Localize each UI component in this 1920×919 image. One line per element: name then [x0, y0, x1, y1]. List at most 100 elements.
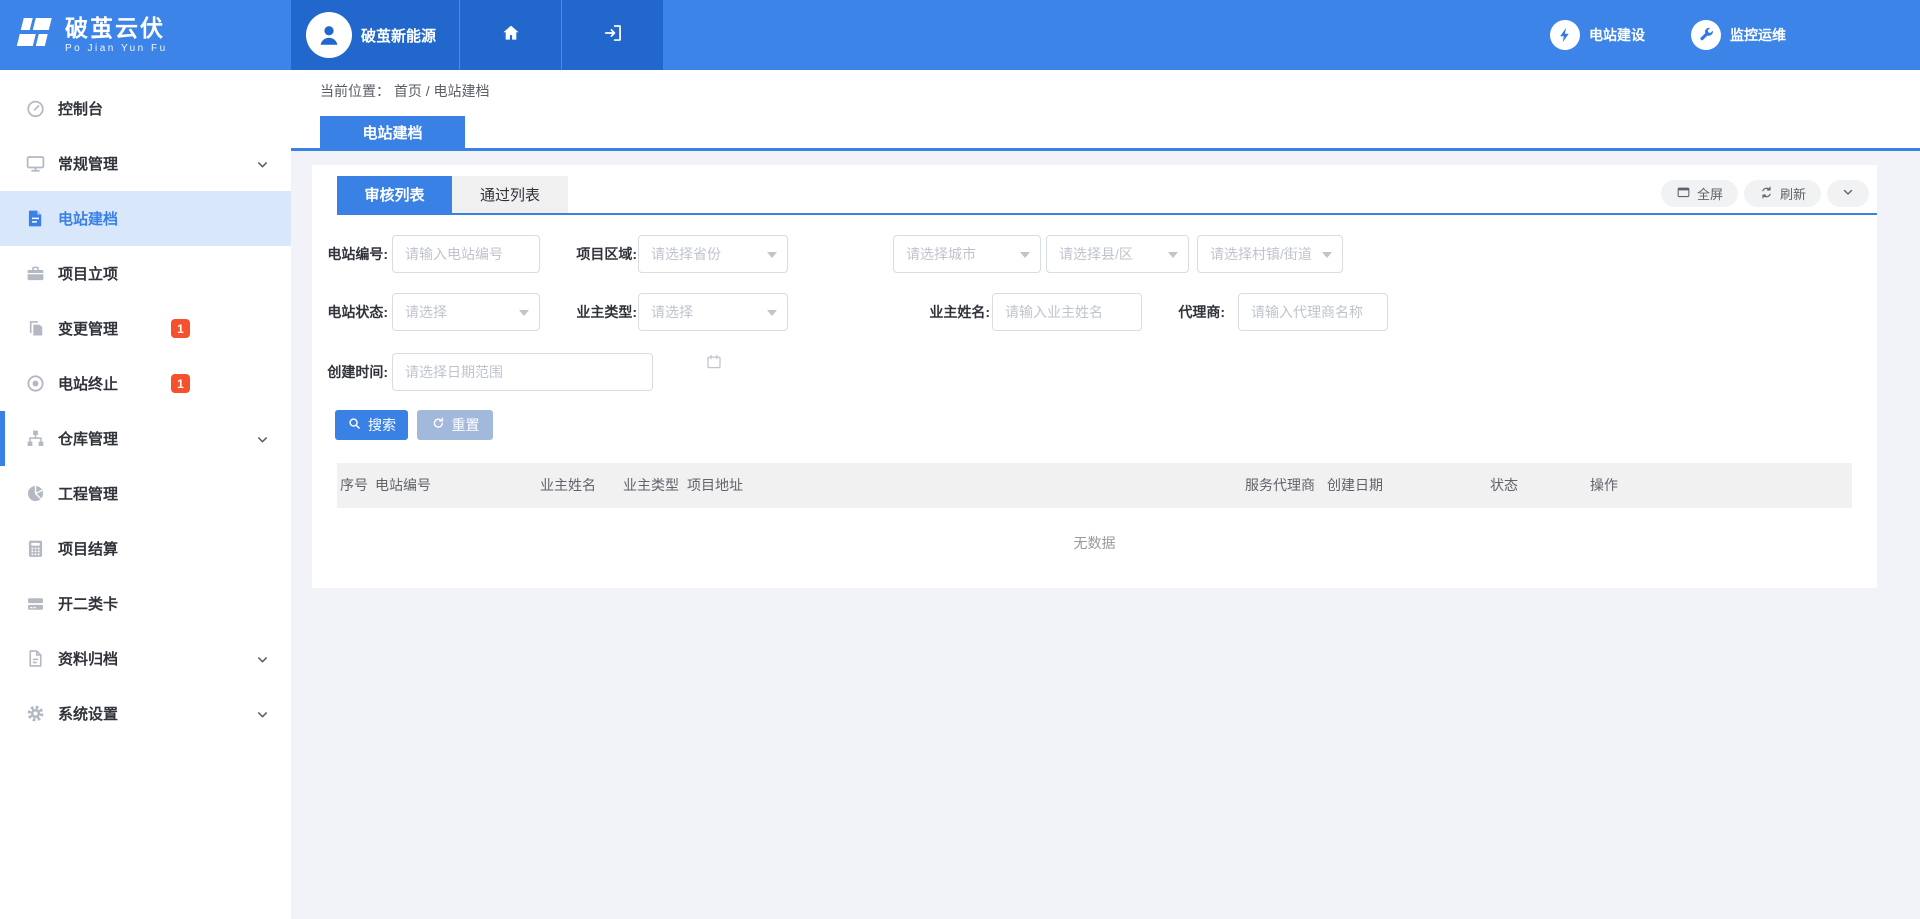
sidebar-item-project-initiation[interactable]: 项目立项	[0, 246, 291, 301]
record-icon	[25, 373, 46, 394]
card-icon	[25, 593, 46, 614]
sidebar-item-warehouse-mgmt[interactable]: 仓库管理	[0, 411, 291, 466]
reset-button[interactable]: 重置	[417, 410, 493, 440]
briefcase-icon	[25, 263, 46, 284]
gauge-icon	[25, 98, 46, 119]
collapse-button[interactable]	[1827, 180, 1869, 207]
wrench-icon	[1691, 20, 1721, 50]
county-select[interactable]: 请选择县/区	[1046, 235, 1189, 273]
create-time-label: 创建时间:	[312, 353, 388, 391]
sidebar-item-station-termination[interactable]: 电站终止 1	[0, 356, 291, 411]
town-select[interactable]: 请选择村镇/街道	[1197, 235, 1343, 273]
sidebar-item-engineering-mgmt[interactable]: 工程管理	[0, 466, 291, 521]
fullscreen-button[interactable]: 全屏	[1661, 180, 1738, 207]
col-station-no: 电站编号	[375, 463, 431, 508]
col-seq: 序号	[340, 463, 368, 508]
badge-count: 1	[171, 374, 190, 393]
nav-station-construction[interactable]: 电站建设	[1550, 20, 1645, 50]
pie-gauge-icon	[25, 483, 46, 504]
tab-underline	[337, 213, 1877, 215]
user-menu[interactable]: 破茧新能源	[291, 0, 459, 70]
calendar-icon	[705, 353, 1868, 376]
avatar	[306, 12, 352, 58]
app-root: 破茧云伏 Po Jian Yun Fu 破茧新能源	[0, 0, 1920, 919]
chevron-down-icon	[255, 157, 270, 177]
main-area: 当前位置： 首页 / 电站建档 电站建档 审核列表 通过列表 全屏	[291, 70, 1920, 919]
home-icon	[500, 22, 522, 49]
caret-down-icon	[1020, 252, 1030, 258]
sidebar-item-data-archive[interactable]: 资料归档	[0, 631, 291, 686]
chevron-down-icon	[255, 432, 270, 452]
card-toolbar: 全屏 刷新	[1661, 180, 1869, 207]
owner-type-label: 业主类型:	[557, 293, 637, 331]
reset-icon	[431, 416, 446, 434]
sidebar-item-change-mgmt[interactable]: 变更管理 1	[0, 301, 291, 356]
refresh-icon	[1759, 185, 1774, 203]
gear-icon	[25, 703, 46, 724]
logo-subtitle: Po Jian Yun Fu	[65, 43, 168, 54]
region-label: 项目区域:	[557, 235, 637, 273]
sidebar-item-station-archive[interactable]: 电站建档	[0, 191, 291, 246]
station-no-input[interactable]	[392, 235, 540, 273]
tab-passed-list[interactable]: 通过列表	[452, 176, 568, 213]
col-owner-name: 业主姓名	[540, 463, 596, 508]
breadcrumb-prefix: 当前位置：	[320, 83, 390, 99]
lightning-icon	[1550, 20, 1580, 50]
date-range-input[interactable]	[392, 353, 653, 391]
search-icon	[347, 416, 362, 434]
topbar: 当前位置： 首页 / 电站建档 电站建档	[291, 70, 1920, 151]
document-icon	[25, 208, 46, 229]
logo-mark-icon	[13, 13, 57, 58]
caret-down-icon	[519, 310, 529, 316]
logo: 破茧云伏 Po Jian Yun Fu	[0, 0, 291, 70]
chevron-down-icon	[255, 652, 270, 672]
agent-input[interactable]	[1238, 293, 1388, 331]
chevron-down-icon	[255, 707, 270, 727]
sidebar-item-dashboard[interactable]: 控制台	[0, 81, 291, 136]
agent-label: 代理商:	[1165, 293, 1225, 331]
fullscreen-icon	[1676, 185, 1691, 203]
station-status-label: 电站状态:	[312, 293, 388, 331]
refresh-button[interactable]: 刷新	[1744, 180, 1821, 207]
top-header: 破茧云伏 Po Jian Yun Fu 破茧新能源	[0, 0, 1920, 70]
monitor-icon	[25, 153, 46, 174]
owner-name-input[interactable]	[992, 293, 1142, 331]
province-select[interactable]: 请选择省份	[638, 235, 788, 273]
table-header: 序号 电站编号 业主姓名 业主类型 项目地址 服务代理商 创建日期 状态 操作	[337, 463, 1852, 508]
col-create-date: 创建日期	[1327, 463, 1383, 508]
sidebar-item-system-settings[interactable]: 系统设置	[0, 686, 291, 741]
caret-down-icon	[1322, 252, 1332, 258]
owner-name-label: 业主姓名:	[910, 293, 990, 331]
chevron-down-icon	[1841, 185, 1855, 202]
col-address: 项目地址	[687, 463, 743, 508]
table-empty-state: 无数据	[337, 508, 1852, 578]
pages-icon	[25, 318, 46, 339]
sidebar: 控制台 常规管理 电站建档 项目立项	[0, 70, 291, 919]
city-select[interactable]: 请选择城市	[893, 235, 1041, 273]
badge-count: 1	[171, 319, 190, 338]
station-status-select[interactable]: 请选择	[392, 293, 540, 331]
caret-down-icon	[767, 310, 777, 316]
caret-down-icon	[1168, 252, 1178, 258]
calculator-icon	[25, 538, 46, 559]
logout-button[interactable]	[561, 0, 663, 70]
logo-title: 破茧云伏	[65, 16, 168, 41]
sidebar-item-open-class2-card[interactable]: 开二类卡	[0, 576, 291, 631]
tab-review-list[interactable]: 审核列表	[337, 176, 452, 213]
page-tab-station-archive[interactable]: 电站建档	[320, 116, 465, 148]
sitemap-icon	[25, 428, 46, 449]
header-right-nav: 电站建设 监控运维	[1550, 0, 1786, 70]
nav-monitoring-ops[interactable]: 监控运维	[1691, 20, 1786, 50]
sidebar-item-general-mgmt[interactable]: 常规管理	[0, 136, 291, 191]
home-button[interactable]	[459, 0, 561, 70]
owner-type-select[interactable]: 请选择	[638, 293, 788, 331]
breadcrumb-path[interactable]: 首页 / 电站建档	[394, 83, 490, 99]
caret-down-icon	[767, 252, 777, 258]
col-owner-type: 业主类型	[623, 463, 679, 508]
file-icon	[25, 648, 46, 669]
search-button[interactable]: 搜索	[335, 410, 408, 440]
login-arrow-icon	[602, 22, 624, 49]
col-actions: 操作	[1590, 463, 1618, 508]
sidebar-item-project-settlement[interactable]: 项目结算	[0, 521, 291, 576]
col-agent: 服务代理商	[1245, 463, 1315, 508]
